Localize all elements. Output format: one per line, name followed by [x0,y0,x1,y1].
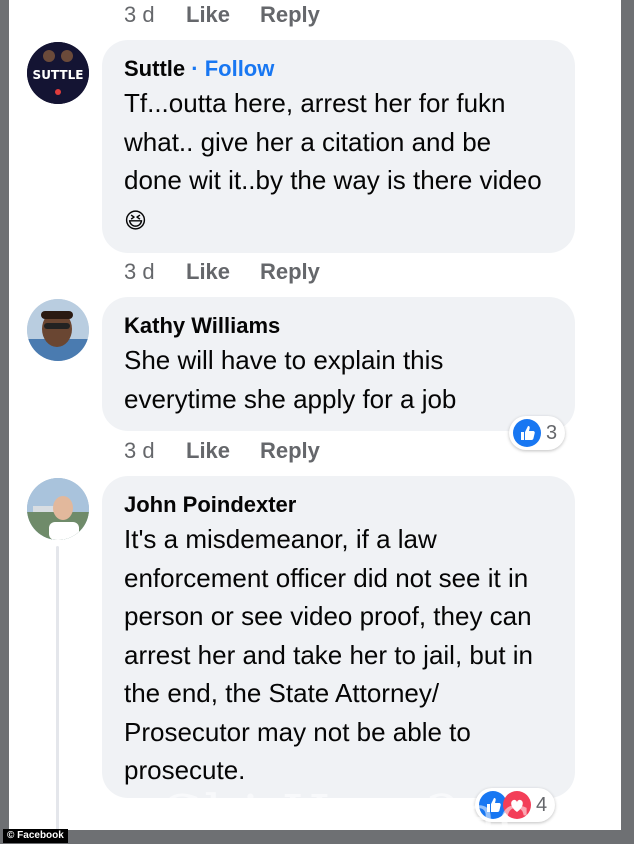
watermark: Chi Hua 2ac [159,784,533,830]
comment-author-line: Suttle · Follow [124,54,553,84]
kathy-avatar-photo [27,299,89,361]
reaction-count: 3 [546,421,558,444]
reaction-count: 4 [536,793,548,816]
comment-author[interactable]: John Poindexter [124,490,553,520]
reply-button[interactable]: Reply [260,259,320,285]
reply-thread-line [56,546,59,830]
comments-panel: 3 d Like Reply SUTTLE Suttle · Follow Tf… [9,0,621,830]
like-button[interactable]: Like [186,259,260,285]
comment-time[interactable]: 3 d [124,2,186,28]
comment-author[interactable]: Suttle [124,56,185,81]
avatar[interactable] [27,299,89,361]
comment-actions: 3 d Like Reply [124,259,320,285]
comment-actions-top: 3 d Like Reply [124,2,320,28]
follow-button[interactable]: Follow [205,56,275,81]
like-button[interactable]: Like [186,438,260,464]
like-button[interactable]: Like [186,2,260,28]
comment-text: Tf...outta here, arrest her for fukn wha… [124,84,553,240]
image-credit: © Facebook [3,829,68,843]
comment-bubble: Suttle · Follow Tf...outta here, arrest … [102,40,575,253]
comment-text: She will have to explain this everytime … [124,345,457,414]
suttle-avatar-logo: SUTTLE [27,42,89,104]
comment-bubble: Kathy Williams She will have to explain … [102,297,575,431]
svg-text:SUTTLE: SUTTLE [33,68,84,82]
like-reaction-icon [513,419,541,447]
comment-bubble: John Poindexter It's a misdemeanor, if a… [102,476,575,798]
comment-time[interactable]: 3 d [124,438,186,464]
comment-actions: 3 d Like Reply [124,438,320,464]
john-avatar-photo [27,478,89,540]
separator-dot: · [191,56,199,81]
comment-time[interactable]: 3 d [124,259,186,285]
reply-button[interactable]: Reply [260,2,320,28]
comment-text-body: Tf...outta here, arrest her for fukn wha… [124,88,542,195]
laughing-emoji-icon: 😆 [124,207,147,233]
comment-text: It's a misdemeanor, if a law enforcement… [124,524,534,785]
comment-author[interactable]: Kathy Williams [124,311,553,341]
avatar[interactable]: SUTTLE [27,42,89,104]
reply-button[interactable]: Reply [260,438,320,464]
avatar[interactable] [27,478,89,540]
reaction-summary[interactable]: 3 [509,416,566,450]
